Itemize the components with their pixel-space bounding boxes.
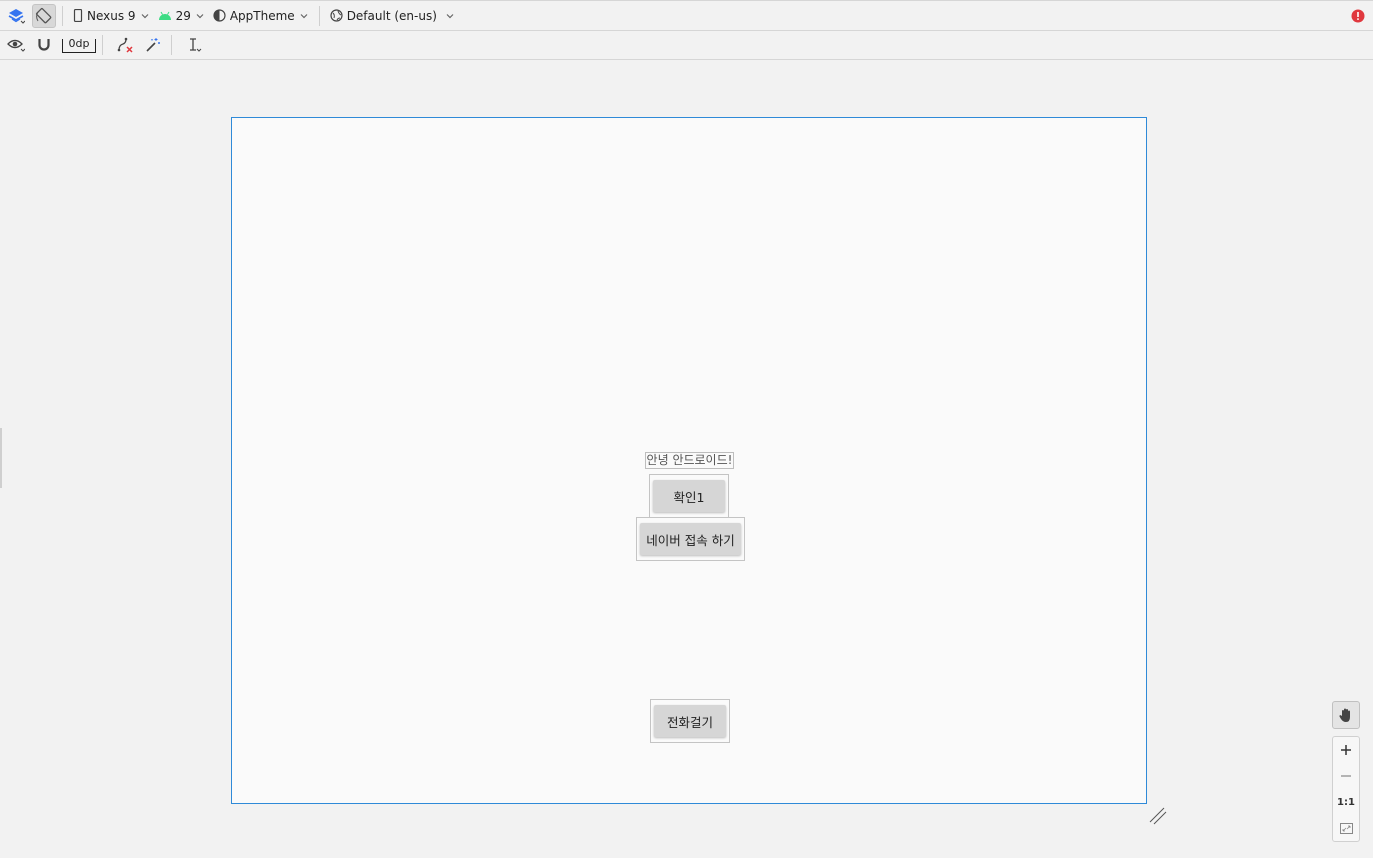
zoom-to-fit-button[interactable] [1333, 815, 1359, 841]
orientation-icon[interactable] [32, 3, 56, 28]
resize-handle-icon[interactable] [1148, 806, 1168, 826]
theme-icon [213, 9, 226, 22]
design-toolbar: Nexus 9 29 AppTheme Default (en-us) [0, 0, 1373, 31]
fit-screen-icon [1339, 822, 1353, 834]
theme-selector[interactable]: AppTheme [209, 4, 313, 28]
hello-textview[interactable]: 안녕 안드로이드! [645, 452, 734, 469]
infer-constraints-magic-wand-icon[interactable] [141, 33, 165, 57]
device-selector[interactable]: Nexus 9 [69, 4, 154, 28]
clear-constraints-icon[interactable] [113, 33, 137, 57]
chevron-down-icon [196, 13, 204, 18]
default-margin-field[interactable]: 0dp [62, 38, 96, 53]
zoom-out-button[interactable] [1333, 763, 1359, 789]
chevron-down-icon [446, 13, 454, 18]
theme-label: AppTheme [229, 8, 295, 23]
separator [171, 35, 172, 55]
device-label: Nexus 9 [87, 8, 136, 23]
left-edge-marker [0, 428, 2, 488]
constraint-toolbar: 0dp [0, 31, 1373, 60]
magnet-icon[interactable] [32, 33, 56, 57]
api-level-selector[interactable]: 29 [154, 4, 209, 28]
zoom-in-button[interactable] [1333, 737, 1359, 763]
confirm-button-bounds[interactable]: 확인1 [649, 474, 729, 518]
call-button-bounds[interactable]: 전화걸기 [650, 699, 730, 743]
naver-button-bounds[interactable]: 네이버 접속 하기 [636, 517, 745, 561]
android-icon [158, 11, 171, 20]
phone-icon [73, 9, 83, 22]
locale-selector[interactable]: Default (en-us) [326, 4, 459, 28]
zoom-controls: 1:1 [1332, 736, 1360, 842]
layers-icon[interactable] [4, 4, 28, 28]
locale-label: Default (en-us) [346, 8, 437, 23]
chevron-down-icon [141, 13, 148, 18]
globe-icon [330, 9, 343, 22]
naver-connect-button[interactable]: 네이버 접속 하기 [640, 523, 741, 555]
zoom-actual-size-button[interactable]: 1:1 [1333, 789, 1359, 815]
guidelines-icon[interactable] [182, 33, 206, 57]
plus-icon [1341, 745, 1351, 755]
separator [318, 5, 320, 26]
chevron-down-icon [300, 13, 308, 18]
separator [102, 35, 103, 55]
separator [62, 5, 63, 26]
view-options-eye-icon[interactable] [4, 33, 28, 57]
call-button[interactable]: 전화걸기 [654, 705, 726, 737]
hand-icon [1339, 708, 1350, 722]
minus-icon [1341, 775, 1351, 777]
error-icon[interactable] [1351, 9, 1365, 23]
confirm-button[interactable]: 확인1 [653, 480, 725, 512]
pan-hand-button[interactable] [1332, 701, 1360, 729]
api-level-label: 29 [175, 8, 191, 23]
